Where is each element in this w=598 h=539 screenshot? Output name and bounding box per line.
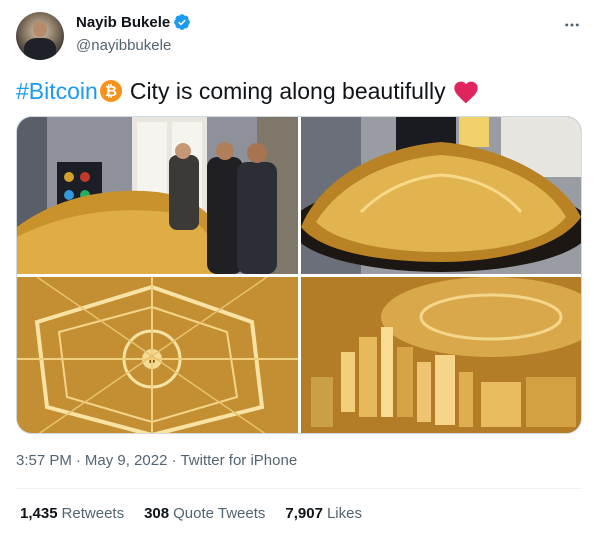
media-image-3[interactable]: B bbox=[17, 277, 298, 433]
media-image-2[interactable] bbox=[301, 117, 581, 274]
hashtag-link[interactable]: #Bitcoin bbox=[16, 76, 98, 106]
tweet-date[interactable]: May 9, 2022 bbox=[85, 452, 168, 469]
tweet-time[interactable]: 3:57 PM bbox=[16, 452, 72, 469]
verified-badge-icon bbox=[173, 13, 191, 31]
retweets-label: Retweets bbox=[61, 505, 125, 522]
tweet-media-grid: B bbox=[16, 116, 582, 434]
author-handle[interactable]: @nayibbukele bbox=[76, 37, 171, 54]
tweet-stats: 1,435 Retweets 308 Quote Tweets 7,907 Likes bbox=[20, 505, 362, 522]
tweet-text: #Bitcoin ₿ City is coming along beautifu… bbox=[16, 76, 582, 106]
svg-text:₿: ₿ bbox=[105, 83, 117, 100]
tweet-body: City is coming along beautifully bbox=[129, 78, 446, 104]
author-name[interactable]: Nayib Bukele bbox=[76, 14, 170, 31]
media-image-4[interactable] bbox=[301, 277, 581, 433]
avatar-head bbox=[33, 21, 47, 37]
tweet-source[interactable]: Twitter for iPhone bbox=[180, 452, 297, 469]
likes-stat[interactable]: 7,907 Likes bbox=[285, 505, 362, 522]
quotes-label: Quote Tweets bbox=[173, 505, 266, 522]
divider bbox=[16, 488, 582, 489]
author-name-line[interactable]: Nayib Bukele bbox=[76, 13, 191, 31]
likes-count: 7,907 bbox=[285, 505, 323, 522]
tweet-meta: 3:57 PM · May 9, 2022 · Twitter for iPho… bbox=[16, 452, 297, 469]
likes-label: Likes bbox=[326, 505, 362, 522]
retweets-stat[interactable]: 1,435 Retweets bbox=[20, 505, 124, 522]
quotes-count: 308 bbox=[144, 505, 170, 522]
retweets-count: 1,435 bbox=[20, 505, 58, 522]
red-heart-icon bbox=[452, 78, 480, 104]
meta-separator: · bbox=[171, 452, 177, 469]
more-options-icon[interactable] bbox=[561, 14, 583, 36]
quote-tweets-stat[interactable]: 308 Quote Tweets bbox=[144, 505, 265, 522]
media-image-1[interactable] bbox=[17, 117, 298, 274]
avatar[interactable] bbox=[16, 12, 64, 60]
bitcoin-icon: ₿ bbox=[99, 80, 122, 102]
meta-separator: · bbox=[75, 452, 81, 469]
avatar-body bbox=[24, 38, 56, 60]
